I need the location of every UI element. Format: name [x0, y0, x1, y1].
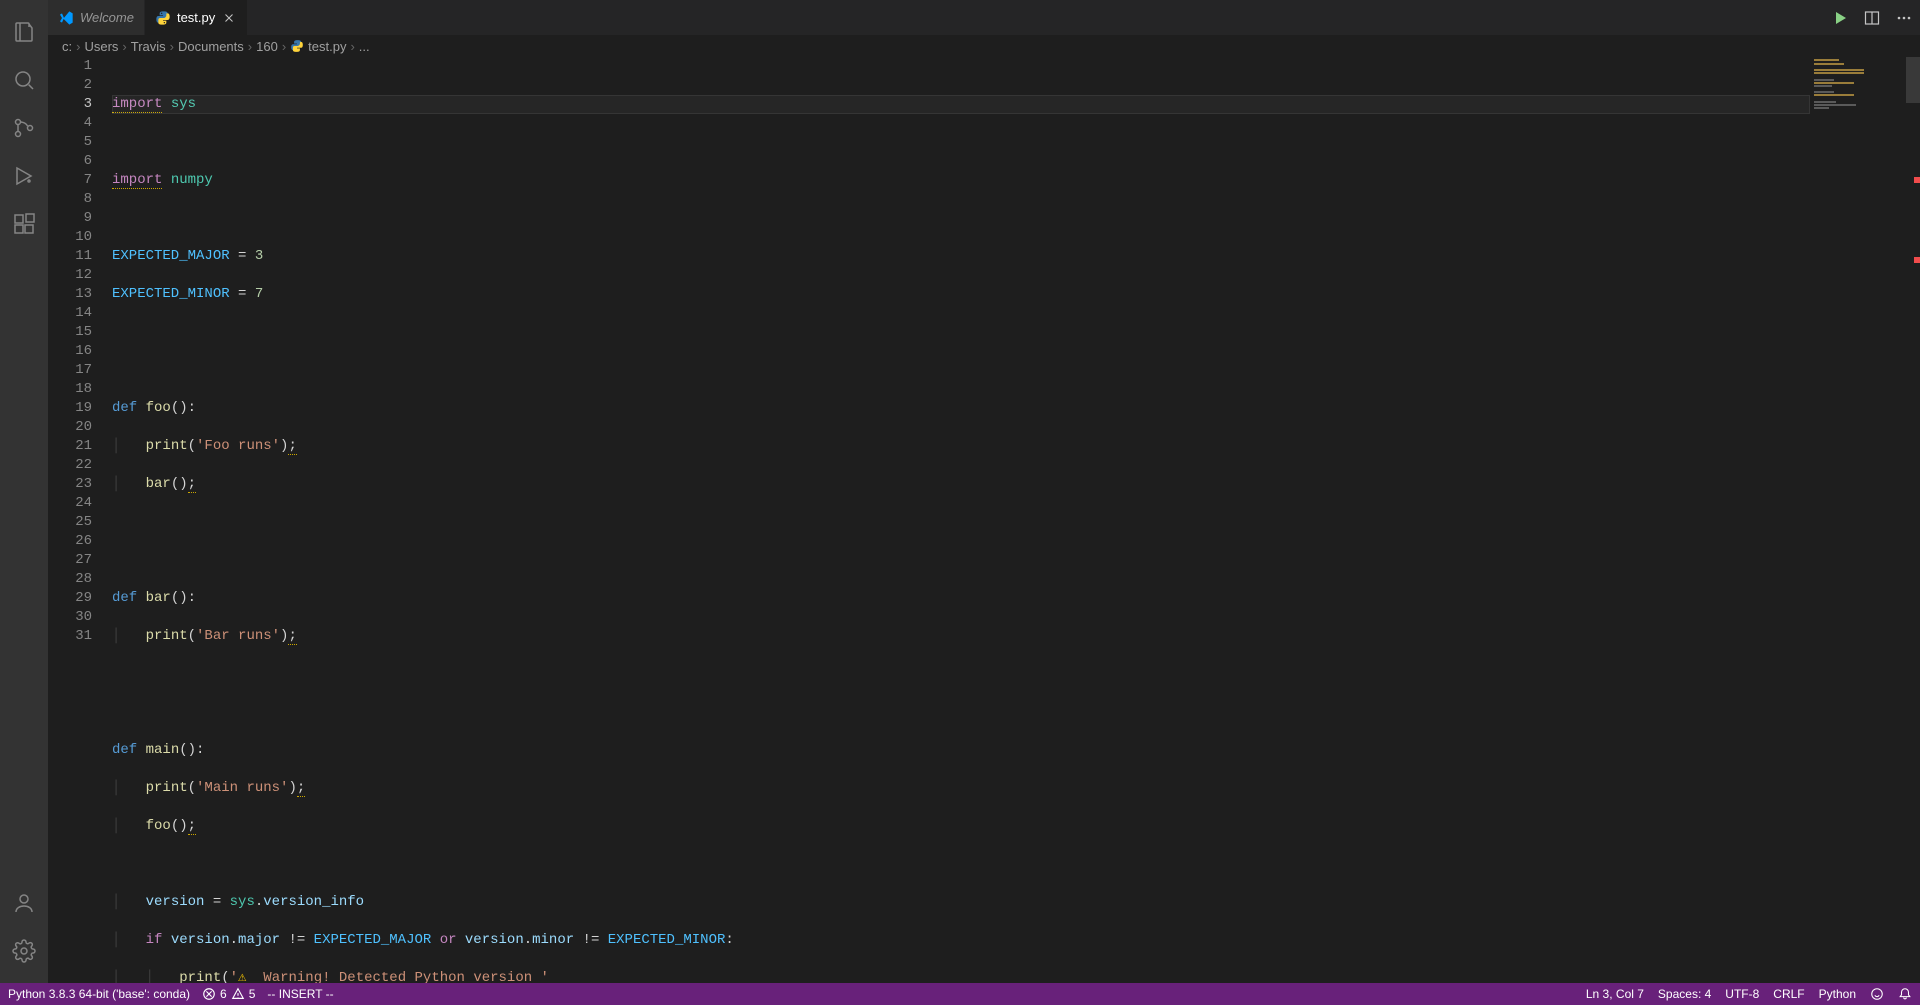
editor-region: Welcome test.py — [48, 0, 1920, 983]
source-control-icon[interactable] — [0, 104, 48, 152]
breadcrumb-item[interactable]: Users — [84, 39, 118, 54]
run-debug-icon[interactable] — [0, 152, 48, 200]
breadcrumb[interactable]: c:› Users› Travis› Documents› 160› test.… — [48, 35, 1920, 57]
accounts-icon[interactable] — [0, 879, 48, 927]
tab-testpy[interactable]: test.py — [145, 0, 248, 35]
tab-testpy-label: test.py — [177, 10, 215, 25]
breadcrumb-item[interactable]: 160 — [256, 39, 278, 54]
vscode-icon — [58, 10, 74, 26]
python-file-icon — [155, 10, 171, 26]
breadcrumb-item[interactable]: c: — [62, 39, 72, 54]
status-encoding[interactable]: UTF-8 — [1725, 987, 1759, 1001]
tab-bar: Welcome test.py — [48, 0, 1920, 35]
code-editor[interactable]: 1234567891011121314151617181920212223242… — [48, 57, 1920, 983]
close-icon[interactable] — [221, 10, 237, 26]
search-icon[interactable] — [0, 56, 48, 104]
python-file-icon — [290, 39, 304, 53]
status-problems[interactable]: 6 5 — [202, 987, 255, 1001]
breadcrumb-item[interactable]: Documents — [178, 39, 244, 54]
status-vim-mode: -- INSERT -- — [267, 987, 333, 1001]
split-editor-icon[interactable] — [1864, 10, 1880, 26]
minimap[interactable] — [1810, 57, 1920, 983]
run-icon[interactable] — [1832, 10, 1848, 26]
status-python-interpreter[interactable]: Python 3.8.3 64-bit ('base': conda) — [8, 987, 190, 1001]
settings-gear-icon[interactable] — [0, 927, 48, 975]
status-indentation[interactable]: Spaces: 4 — [1658, 987, 1711, 1001]
breadcrumb-item[interactable]: Travis — [131, 39, 166, 54]
status-cursor-position[interactable]: Ln 3, Col 7 — [1586, 987, 1644, 1001]
status-language[interactable]: Python — [1819, 987, 1856, 1001]
breadcrumb-item[interactable]: test.py — [308, 39, 346, 54]
notifications-icon[interactable] — [1898, 987, 1912, 1001]
tab-welcome[interactable]: Welcome — [48, 0, 145, 35]
feedback-icon[interactable] — [1870, 987, 1884, 1001]
extensions-icon[interactable] — [0, 200, 48, 248]
tab-welcome-label: Welcome — [80, 10, 134, 25]
more-actions-icon[interactable] — [1896, 10, 1912, 26]
explorer-icon[interactable] — [0, 8, 48, 56]
activity-bar — [0, 0, 48, 983]
status-eol[interactable]: CRLF — [1773, 987, 1804, 1001]
status-bar: Python 3.8.3 64-bit ('base': conda) 6 5 … — [0, 983, 1920, 1005]
breadcrumb-item[interactable]: ... — [359, 39, 370, 54]
line-number-gutter: 1234567891011121314151617181920212223242… — [48, 57, 112, 983]
